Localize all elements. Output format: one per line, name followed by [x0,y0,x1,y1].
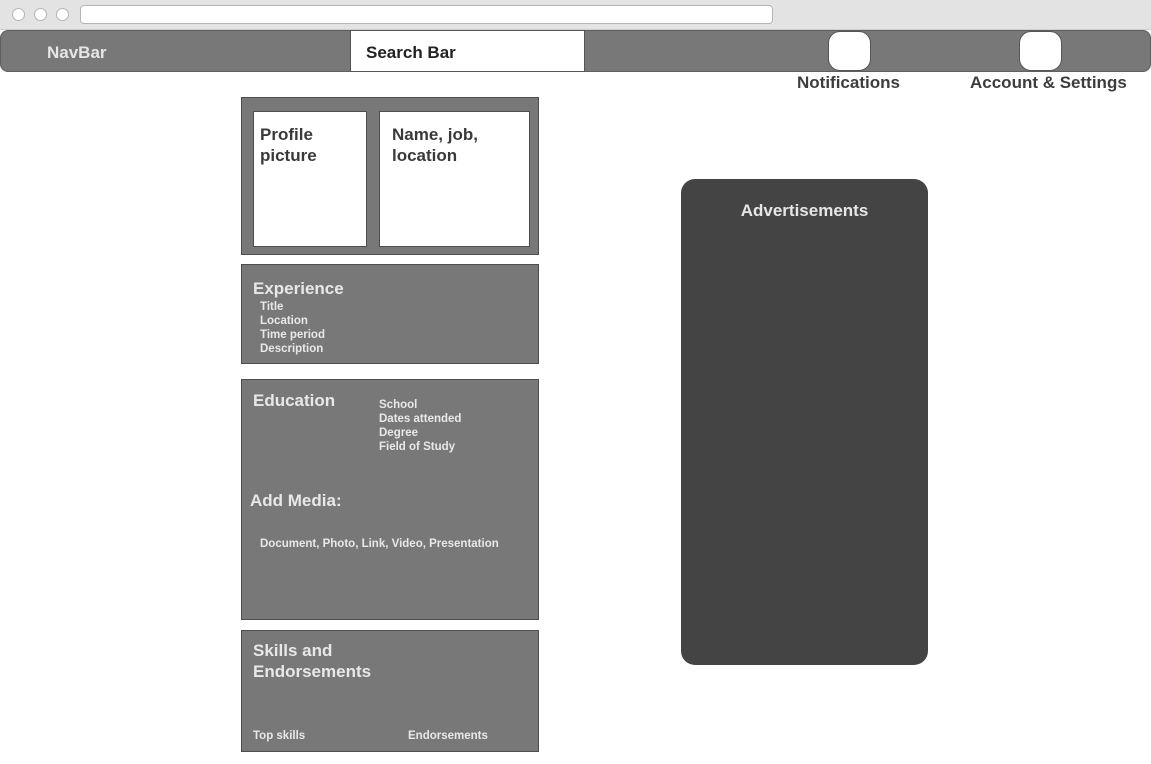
education-title: Education [253,391,336,410]
education-field-dates: Dates attended [379,413,462,425]
add-media-title[interactable]: Add Media: [250,490,342,511]
profile-picture[interactable]: Profile picture [253,111,367,247]
experience-field-title: Title [260,301,284,313]
notifications-label: Notifications [797,73,900,92]
profile-picture-label: Profile picture [260,125,317,165]
education-panel: Education School Dates attended Degree F… [241,379,539,620]
education-field-study: Field of Study [379,441,456,453]
education-fields: School Dates attended Degree Field of St… [379,398,461,454]
experience-field-time-period: Time period [260,329,325,341]
profile-info-label: Name, job, location [392,125,478,165]
account-settings-button[interactable] [1019,31,1062,71]
experience-title: Experience [253,279,344,298]
advertisements-title: Advertisements [740,201,869,220]
browser-chrome [0,0,1151,30]
search-bar-label: Search Bar [366,43,456,62]
account-settings-label: Account & Settings [970,73,1127,92]
top-skills-label: Top skills [253,730,306,742]
experience-panel: Experience Title Location Time period De… [241,264,539,364]
profile-header-panel: Profile picture Name, job, location [241,97,539,255]
experience-fields: Title Location Time period Description [260,300,325,356]
profile-info-box: Name, job, location [379,111,530,247]
window-maximize-dot[interactable] [56,8,69,21]
experience-field-location: Location [260,315,308,327]
education-field-school: School [379,399,418,411]
skills-panel: Skills and Endorsements Top skills Endor… [241,630,539,752]
experience-field-description: Description [260,343,324,355]
endorsements-label: Endorsements [408,730,488,742]
skills-title: Skills and Endorsements [253,641,372,681]
notifications-button[interactable] [828,31,871,71]
media-types-list[interactable]: Document, Photo, Link, Video, Presentati… [260,537,499,551]
search-bar[interactable]: Search Bar [350,30,585,72]
address-bar[interactable] [80,5,773,24]
education-field-degree: Degree [379,427,418,439]
navbar-title: NavBar [47,43,107,62]
window-minimize-dot[interactable] [34,8,47,21]
window-close-dot[interactable] [12,8,25,21]
advertisements-panel[interactable]: Advertisements [681,179,928,665]
